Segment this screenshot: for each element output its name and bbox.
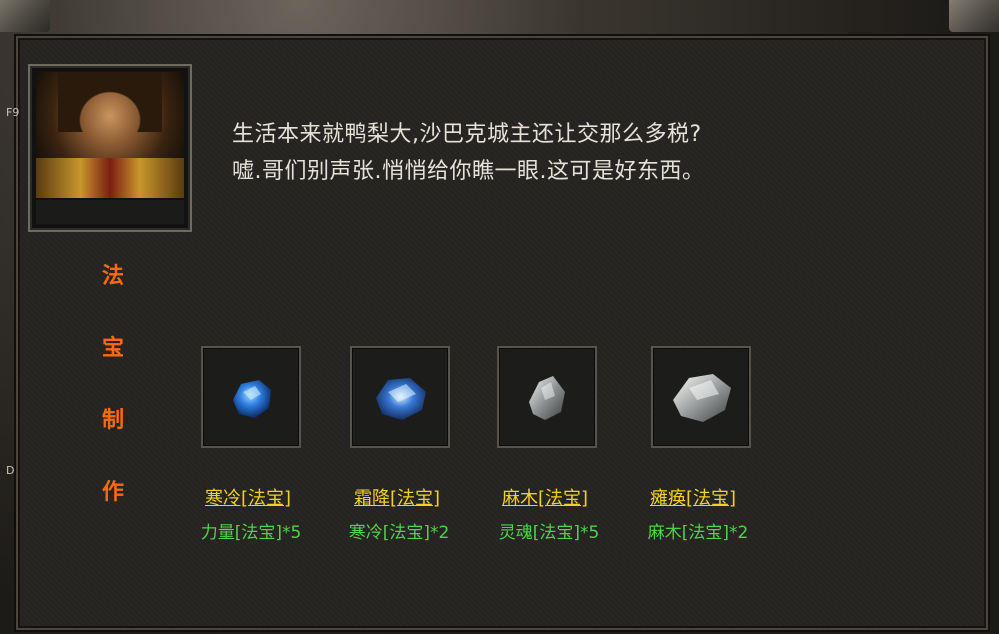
npc-portrait-frame bbox=[28, 64, 192, 232]
title-char-1: 法 bbox=[102, 264, 125, 289]
item-name-2[interactable]: 霜降[法宝] bbox=[322, 484, 472, 510]
npc-name-plate bbox=[36, 200, 184, 224]
item-slot-2[interactable] bbox=[350, 346, 450, 448]
item-name-4[interactable]: 瘫痪[法宝] bbox=[618, 484, 768, 510]
hotkey-label-bottom: D bbox=[6, 464, 15, 477]
title-char-3: 制 bbox=[102, 408, 125, 433]
item-slot-3[interactable] bbox=[497, 346, 597, 448]
section-title: 法 宝 制 作 bbox=[102, 258, 130, 546]
item-slot-1[interactable] bbox=[201, 346, 301, 448]
frame-corner-top-right bbox=[949, 0, 999, 32]
title-char-4: 作 bbox=[102, 480, 125, 505]
npc-dialog: 生活本来就鸭梨大,沙巴克城主还让交那么多税? 嘘.哥们别声张.悄悄给你瞧一眼.这… bbox=[232, 116, 704, 190]
grey-crystal-icon bbox=[529, 376, 565, 420]
item-name-3[interactable]: 麻木[法宝] bbox=[470, 484, 620, 510]
item-requirement-2: 寒冷[法宝]*2 bbox=[348, 523, 450, 543]
blue-crystal-icon bbox=[233, 380, 271, 418]
dialog-line-1: 生活本来就鸭梨大,沙巴克城主还让交那么多税? bbox=[232, 122, 702, 147]
item-requirement-3: 灵魂[法宝]*5 bbox=[498, 523, 600, 543]
blue-crystal-large-icon bbox=[376, 378, 426, 420]
title-char-2: 宝 bbox=[102, 336, 125, 361]
grey-crystal-large-icon bbox=[673, 374, 731, 422]
item-requirement-1: 力量[法宝]*5 bbox=[200, 523, 302, 543]
item-slot-4[interactable] bbox=[651, 346, 751, 448]
dialog-line-2: 嘘.哥们别声张.悄悄给你瞧一眼.这可是好东西。 bbox=[232, 159, 705, 184]
hotkey-label-top: F9 bbox=[6, 106, 20, 119]
frame-corner-top-left bbox=[0, 0, 50, 32]
npc-portrait bbox=[36, 72, 184, 198]
item-name-1[interactable]: 寒冷[法宝] bbox=[173, 484, 323, 510]
item-requirement-4: 麻木[法宝]*2 bbox=[647, 523, 749, 543]
